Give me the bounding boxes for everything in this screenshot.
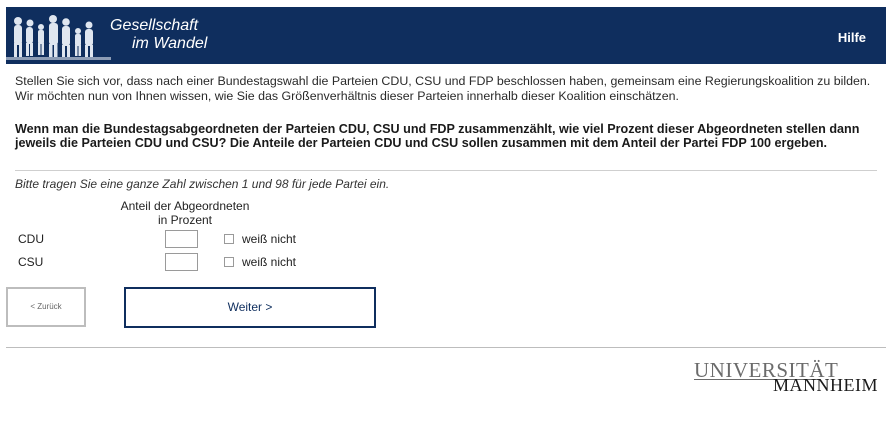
divider [15,170,877,171]
gesellschaft-im-wandel-logo: Gesellschaft im Wandel [6,7,216,64]
uni-logo-line2: MANNHEIM [773,375,878,395]
csu-percent-input[interactable] [165,253,198,271]
header-bar: Gesellschaft im Wandel Hilfe [6,7,886,64]
row-label-cdu: CDU [18,232,44,246]
cdu-dont-know-checkbox[interactable] [224,234,234,244]
next-button[interactable]: Weiter > [124,287,376,328]
back-button[interactable]: < Zurück [6,287,86,327]
help-link[interactable]: Hilfe [838,30,866,45]
logo-title-line1: Gesellschaft [110,17,199,34]
people-silhouettes-icon [6,7,111,64]
cdu-dont-know-label[interactable]: weiß nicht [242,232,296,246]
intro-text: Stellen Sie sich vor, dass nach einer Bu… [15,74,871,103]
csu-dont-know-label[interactable]: weiß nicht [242,255,296,269]
footer-divider [6,347,886,348]
cdu-percent-input[interactable] [165,230,198,248]
question-text: Wenn man die Bundestagsabgeordneten der … [15,122,860,150]
column-header-line1: Anteil der Abgeordneten [120,199,250,213]
row-label-csu: CSU [18,255,44,269]
csu-dont-know-checkbox[interactable] [224,257,234,267]
logo-title-line2: im Wandel [132,35,208,52]
column-header-line2: in Prozent [157,213,213,227]
instruction-text: Bitte tragen Sie eine ganze Zahl zwische… [15,177,390,191]
column-header: Anteil der Abgeordneten in Prozent [110,199,260,227]
